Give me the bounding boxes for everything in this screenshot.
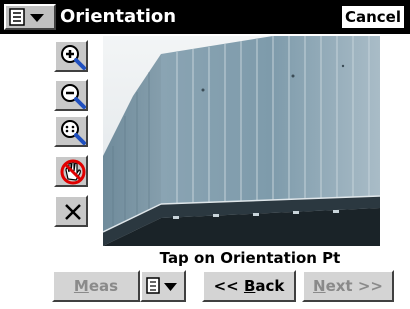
title-bar: Orientation Cancel	[0, 0, 410, 34]
back-button[interactable]: << Back	[202, 270, 296, 302]
next-button[interactable]: Next >>	[302, 270, 394, 302]
back-button-label: ack	[255, 277, 285, 295]
orientation-photo[interactable]	[103, 36, 380, 246]
menu-dropdown-icon	[146, 277, 177, 294]
menu-icon	[9, 8, 44, 26]
window-menu-button[interactable]	[4, 4, 56, 30]
meas-button-mnemonic: M	[73, 277, 89, 295]
back-button-mnemonic: B	[243, 277, 256, 295]
zoom-out-icon	[61, 84, 86, 109]
meas-button-label: eas	[88, 277, 119, 295]
zoom-fit-button[interactable]	[54, 115, 88, 147]
back-button-arrows: <<	[213, 277, 244, 295]
cancel-button[interactable]: Cancel	[340, 4, 406, 30]
zoom-fit-icon	[61, 120, 86, 145]
building-photo-image	[103, 36, 380, 246]
next-button-mnemonic: N	[313, 277, 326, 295]
meas-button[interactable]: Meas	[52, 270, 140, 302]
zoom-in-button[interactable]	[54, 40, 88, 72]
meas-options-dropdown[interactable]	[140, 270, 186, 302]
next-button-label: ext >>	[325, 277, 383, 295]
status-message: Tap on Orientation Pt	[159, 249, 341, 267]
pan-disabled-button[interactable]	[54, 155, 88, 187]
close-icon	[65, 204, 81, 220]
no-hand-icon	[60, 159, 86, 185]
zoom-in-icon	[61, 45, 86, 70]
page-title: Orientation	[60, 6, 177, 27]
clear-button[interactable]	[54, 195, 88, 227]
zoom-out-button[interactable]	[54, 79, 88, 111]
